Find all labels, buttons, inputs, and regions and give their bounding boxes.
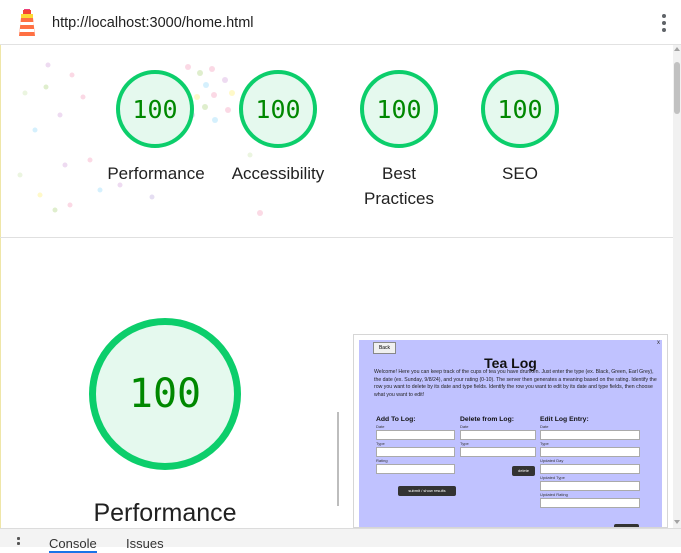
tea-log-page: Back x Tea Log Welcome! Here you can kee… [359,340,662,527]
delete-date-label: Date [460,424,469,429]
edit-updated-type-input [540,481,640,491]
tab-issues[interactable]: Issues [126,536,164,551]
edit-heading: Edit Log Entry: [540,416,589,423]
performance-big-score: 100 [128,371,202,417]
tea-log-intro: Welcome! Here you can keep track of the … [374,369,657,398]
performance-gauge[interactable]: 100 [116,70,194,148]
more-options-icon[interactable] [658,12,670,34]
delete-type-label: Type [460,441,469,446]
performance-big-gauge: 100 [89,318,241,470]
best-practices-score: 100 [376,95,422,124]
submit-button: submit / show results [398,486,456,496]
add-type-input [376,447,455,457]
edit-date-label: Date [540,424,549,429]
performance-section-title: Performance [93,499,237,527]
seo-label[interactable]: SEO [455,161,585,186]
scrollbar-thumb[interactable] [674,62,680,114]
seo-gauge[interactable]: 100 [481,70,559,148]
performance-score: 100 [132,95,178,124]
performance-label[interactable]: Performance [91,161,221,186]
add-type-label: Type [376,441,385,446]
edit-updated-type-label: Updated Type [540,475,565,480]
tab-console[interactable]: Console [49,536,97,553]
edit-updated-day-input [540,464,640,474]
best-practices-label[interactable]: Best Practices [334,161,464,211]
add-to-log-form: Add To Log: Date Type Rating [376,416,458,474]
scroll-up-arrow-icon[interactable] [674,47,680,51]
best-practices-gauge[interactable]: 100 [360,70,438,148]
delete-button: delete [512,466,535,476]
close-icon: x [657,340,660,346]
delete-from-log-form: Delete from Log: Date Type [460,416,542,457]
add-rating-input [376,464,455,474]
section-divider [0,237,673,238]
section-separator-line [337,412,339,506]
report-topbar: http://localhost:3000/home.html [0,0,681,45]
accessibility-gauge[interactable]: 100 [239,70,317,148]
back-button: Back [373,342,396,354]
lighthouse-icon [19,9,35,36]
scroll-down-arrow-icon[interactable] [674,520,680,524]
delete-heading: Delete from Log: [460,416,515,423]
page-scrollbar[interactable] [673,45,681,528]
edit-updated-rating-input [540,498,640,508]
add-heading: Add To Log: [376,416,416,423]
edit-updated-day-label: Updated Day [540,458,564,463]
edit-updated-rating-label: Updated Rating [540,492,568,497]
edit-date-input [540,430,640,440]
devtools-drawer: Console Issues [0,528,681,553]
accessibility-score: 100 [255,95,301,124]
seo-score: 100 [497,95,543,124]
add-date-input [376,430,455,440]
edit-type-input [540,447,640,457]
edit-type-label: Type [540,441,549,446]
add-date-label: Date [376,424,385,429]
final-screenshot[interactable]: Back x Tea Log Welcome! Here you can kee… [353,334,668,528]
delete-date-input [460,430,536,440]
edit-log-entry-form: Edit Log Entry: Date Type Updated Day Up… [540,416,640,508]
add-rating-label: Rating [376,458,388,463]
delete-type-input [460,447,536,457]
report-url[interactable]: http://localhost:3000/home.html [52,15,254,31]
accessibility-label[interactable]: Accessibility [213,161,343,186]
